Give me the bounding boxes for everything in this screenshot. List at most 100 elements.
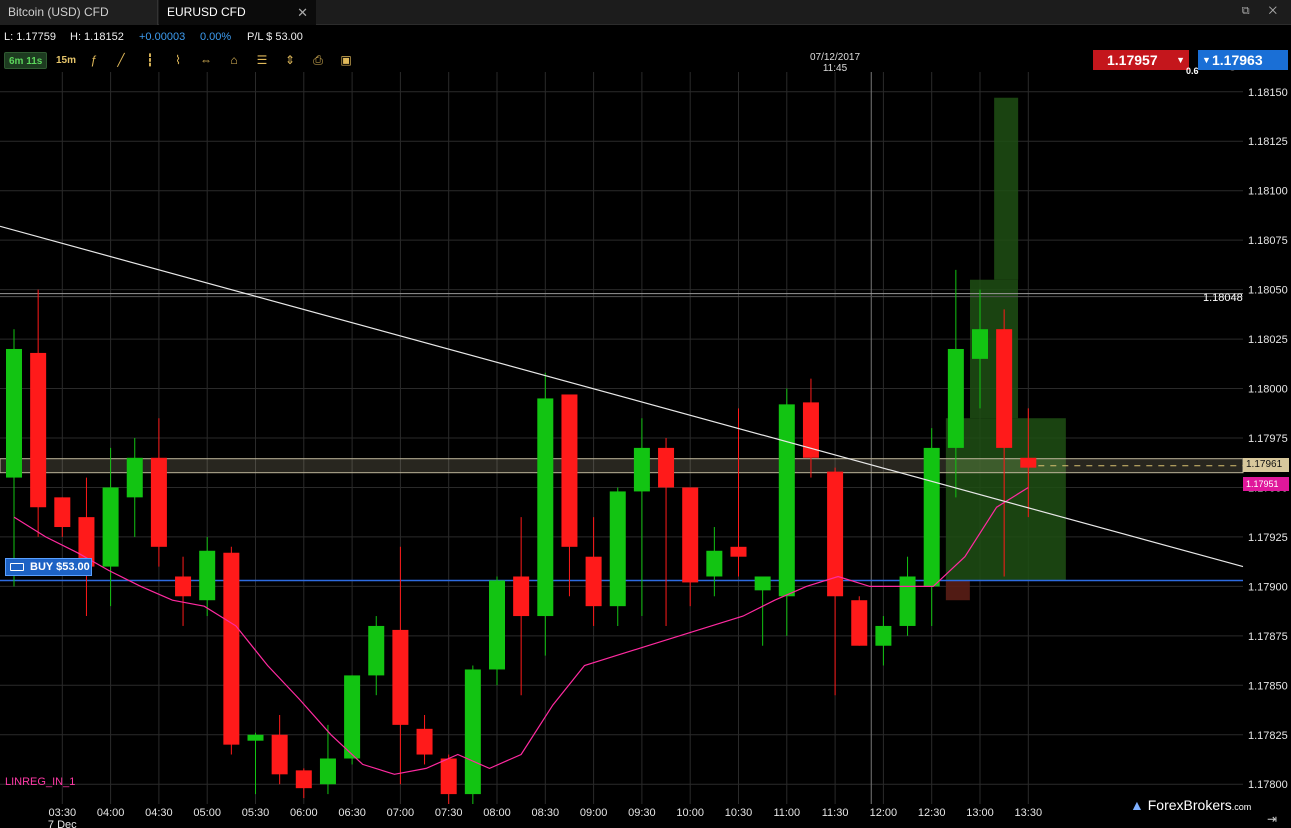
price-tick-label: 1.17875: [1248, 631, 1288, 643]
time-sub-label: 7 Dec: [48, 819, 77, 828]
candles-icon[interactable]: ┇: [142, 52, 158, 68]
position-buy-badge[interactable]: BUY $53.00: [5, 558, 92, 576]
candle-body: [392, 629, 409, 725]
crosshair-date: 07/12/2017: [809, 52, 861, 63]
profit-zone: [994, 97, 1019, 280]
pl-stat: P/L $ 53.00: [247, 31, 303, 43]
candle-body: [706, 550, 723, 577]
tab-eurusd-cfd[interactable]: EURUSD CFD ✕: [159, 0, 316, 25]
change-pct-stat: 0.00%: [200, 31, 232, 43]
candle-body: [778, 404, 795, 597]
price-tick-label: 1.18125: [1248, 136, 1288, 148]
time-tick-label: 08:00: [483, 807, 511, 819]
time-tick-label: 10:00: [676, 807, 704, 819]
candle-body: [585, 556, 602, 607]
time-tick-label: 08:30: [532, 807, 560, 819]
price-tick-label: 1.17825: [1248, 730, 1288, 742]
candle-body: [537, 398, 554, 617]
timeframe-selector[interactable]: 15m: [52, 52, 80, 69]
tab-label: Bitcoin (USD) CFD: [8, 5, 109, 19]
candle-body: [344, 675, 361, 759]
range-icon[interactable]: ⇔: [198, 52, 214, 68]
sell-price-button[interactable]: 1.17957 ▼: [1093, 50, 1189, 70]
watermark: ▲ ForexBrokers.com: [1130, 797, 1251, 813]
candle-body: [150, 457, 167, 547]
candle-body: [658, 447, 675, 488]
draw-icon[interactable]: ╱: [113, 52, 129, 68]
candle-body: [851, 600, 868, 646]
price-tick-label: 1.18150: [1248, 87, 1288, 99]
chevron-down-icon: ▼: [1176, 55, 1185, 65]
price-tick-label: 1.18100: [1248, 186, 1288, 198]
time-tick-label: 12:30: [918, 807, 946, 819]
price-tick-label: 1.17975: [1248, 433, 1288, 445]
candle-body: [199, 550, 216, 601]
time-tick-label: 09:00: [580, 807, 608, 819]
watermark-suffix: .com: [1231, 802, 1252, 812]
candle-body: [247, 734, 264, 741]
candle-body: [102, 487, 119, 567]
window-controls[interactable]: ⧉ ✕: [1242, 5, 1285, 18]
time-tick-label: 12:00: [870, 807, 898, 819]
time-axis: 03:30 04:00 04:30 05:00 05:30 06:00 06:30 07:00…: [48, 807, 1042, 828]
candle-body: [682, 487, 699, 583]
time-tick-label: 05:30: [242, 807, 270, 819]
candle-body: [609, 491, 626, 607]
time-tick-label: 13:00: [966, 807, 994, 819]
level-price-label: 1.18048: [1203, 292, 1243, 304]
high-stat: H: 1.18152: [70, 31, 124, 43]
candle-body: [947, 348, 964, 448]
line-chart-icon[interactable]: ⌇: [170, 52, 186, 68]
time-tick-label: 07:30: [435, 807, 463, 819]
linreg-price-tag: 1.17951: [1243, 477, 1289, 491]
position-label: BUY $53.00: [30, 561, 90, 573]
vertical-range-icon[interactable]: ⇕: [282, 52, 298, 68]
price-tick-label: 1.17925: [1248, 532, 1288, 544]
candle-body: [996, 329, 1013, 448]
time-tick-label: 06:00: [290, 807, 318, 819]
time-tick-label: 09:30: [628, 807, 656, 819]
candle-body: [368, 625, 385, 676]
candle-body: [923, 447, 940, 587]
stats-bar: L: 1.17759 H: 1.18152 +0.00003 0.00% P/L…: [0, 26, 1291, 72]
tab-bitcoin-usd-cfd[interactable]: Bitcoin (USD) CFD: [0, 0, 158, 25]
time-tick-label: 13:30: [1015, 807, 1043, 819]
print-icon[interactable]: ⎙: [310, 52, 326, 68]
tag-icon[interactable]: ⌂: [226, 52, 242, 68]
save-icon[interactable]: ▣: [338, 52, 354, 68]
change-stat: +0.00003: [139, 31, 186, 43]
countdown-timer[interactable]: 6m 11s: [4, 52, 48, 69]
time-tick-label: 03:30: [49, 807, 77, 819]
candle-body: [754, 576, 771, 591]
candle-body: [30, 352, 47, 508]
tab-bar: Bitcoin (USD) CFD EURUSD CFD ✕ ⧉ ✕: [0, 0, 1291, 25]
loss-zone: [945, 580, 970, 601]
close-tab-icon[interactable]: ✕: [297, 0, 308, 25]
scroll-to-end-icon[interactable]: ⇥: [1267, 812, 1277, 826]
candle-body: [223, 552, 240, 745]
candle-body: [126, 457, 143, 498]
candle-body: [54, 497, 71, 528]
function-icon[interactable]: ƒ: [86, 52, 102, 68]
price-tick-label: 1.17800: [1248, 779, 1288, 791]
time-tick-label: 10:30: [725, 807, 753, 819]
watermark-logo-icon: ▲: [1130, 797, 1144, 813]
candle-body: [464, 669, 481, 795]
time-tick-label: 07:00: [387, 807, 415, 819]
candlestick-chart[interactable]: 1.18150 1.18125 1.18100 1.18075 1.18050 1.180…: [0, 72, 1291, 828]
time-tick-label: 05:00: [193, 807, 221, 819]
time-tick-label: 11:00: [773, 807, 800, 819]
price-tick-label: 1.18050: [1248, 285, 1288, 297]
candle-body: [6, 348, 22, 478]
crosshair-datetime: 07/12/2017 11:45: [770, 52, 900, 74]
price-axis: 1.18150 1.18125 1.18100 1.18075 1.18050 1.180…: [1248, 87, 1288, 791]
time-tick-label: 06:30: [338, 807, 366, 819]
indicator-label[interactable]: LINREG_IN_1: [5, 776, 75, 788]
price-tick-label: 1.17900: [1248, 581, 1288, 593]
sell-price: 1.17957: [1107, 52, 1158, 68]
time-tick-label: 11:30: [822, 807, 849, 819]
buy-price-button[interactable]: ▼ 1.17963: [1198, 50, 1288, 70]
current-price-tag: 1.17961: [1243, 458, 1289, 472]
low-stat: L: 1.17759: [4, 31, 56, 43]
settings-sliders-icon[interactable]: ☰: [254, 52, 270, 68]
